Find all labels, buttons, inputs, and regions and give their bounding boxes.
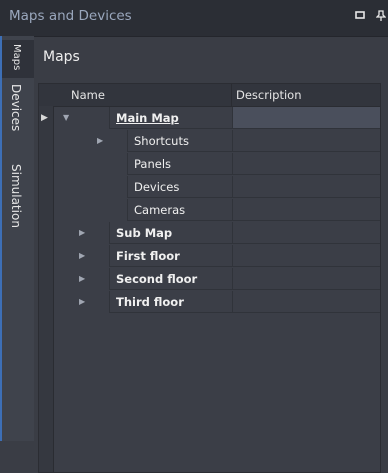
side-tab-simulation[interactable]: Simulation [0,160,34,256]
description-cell[interactable] [232,176,380,198]
tree-row-devices[interactable]: Devices [39,176,380,199]
description-cell[interactable] [232,107,380,129]
column-header-name[interactable]: Name [71,88,105,102]
name-cell[interactable]: Cameras [127,199,232,221]
name-cell[interactable]: Devices [127,176,232,198]
row-name: Panels [134,157,172,171]
side-tab-devices-label: Devices [9,84,23,132]
description-cell[interactable] [232,130,380,152]
expand-arrow-icon[interactable]: ▶ [79,274,85,283]
description-cell[interactable] [232,245,380,267]
tree-row-cameras[interactable]: Cameras [39,199,380,222]
tree-row-sub-map[interactable]: ▶ Sub Map [39,222,380,245]
side-tab-simulation-label: Simulation [9,164,23,228]
side-tab-bar: Maps Devices Simulation [0,36,34,441]
current-row-indicator-icon: ▶ [41,113,48,123]
tree-row-first-floor[interactable]: ▶ First floor [39,245,380,268]
row-name: Shortcuts [134,134,189,148]
tree-row-third-floor[interactable]: ▶ Third floor [39,291,380,314]
window-title: Maps and Devices [9,8,132,24]
row-name: First floor [116,249,180,263]
name-cell[interactable]: First floor [109,245,232,267]
name-cell[interactable]: Third floor [109,291,232,313]
row-name: Second floor [116,272,198,286]
tree-row-main-map[interactable]: ▶ ▼ Main Map [39,107,380,130]
side-tab-maps-label: Maps [11,44,22,71]
description-cell[interactable] [232,222,380,244]
side-tab-devices[interactable]: Devices [0,80,34,158]
row-name: Main Map [116,111,179,125]
grid-header: Name Description [39,84,380,107]
description-cell[interactable] [232,291,380,313]
row-name: Sub Map [116,226,173,240]
name-cell[interactable]: Panels [127,153,232,175]
maps-and-devices-window: Maps and Devices Maps Devices Simulation… [0,0,388,473]
tree-row-second-floor[interactable]: ▶ Second floor [39,268,380,291]
maps-panel: Maps Name Description ▶ ▼ Main Map ▶ Sho… [36,37,388,473]
window-titlebar: Maps and Devices [0,0,388,37]
expand-arrow-icon[interactable]: ▶ [97,136,103,145]
name-cell[interactable]: Shortcuts [127,130,232,152]
name-cell[interactable]: Sub Map [109,222,232,244]
name-cell[interactable]: Main Map [109,107,232,129]
maximize-icon[interactable] [353,10,367,24]
column-divider[interactable] [231,84,232,106]
description-cell[interactable] [232,268,380,290]
name-cell[interactable]: Second floor [109,268,232,290]
side-tab-maps[interactable]: Maps [0,40,34,78]
active-tab-accent [0,36,2,441]
row-name: Devices [134,180,180,194]
expand-arrow-icon[interactable]: ▶ [79,228,85,237]
tree-row-shortcuts[interactable]: ▶ Shortcuts [39,130,380,153]
panel-title: Maps [43,49,80,65]
expand-arrow-icon[interactable]: ▶ [79,251,85,260]
description-cell[interactable] [232,153,380,175]
expand-arrow-icon[interactable]: ▶ [79,297,85,306]
pin-icon[interactable] [374,10,388,24]
tree-row-panels[interactable]: Panels [39,153,380,176]
row-name: Cameras [134,203,186,217]
maps-tree-grid: Name Description ▶ ▼ Main Map ▶ Shortcut… [38,83,381,473]
description-cell[interactable] [232,199,380,221]
row-name: Third floor [116,295,184,309]
collapse-arrow-icon[interactable]: ▼ [63,113,69,122]
column-header-description[interactable]: Description [236,88,302,102]
